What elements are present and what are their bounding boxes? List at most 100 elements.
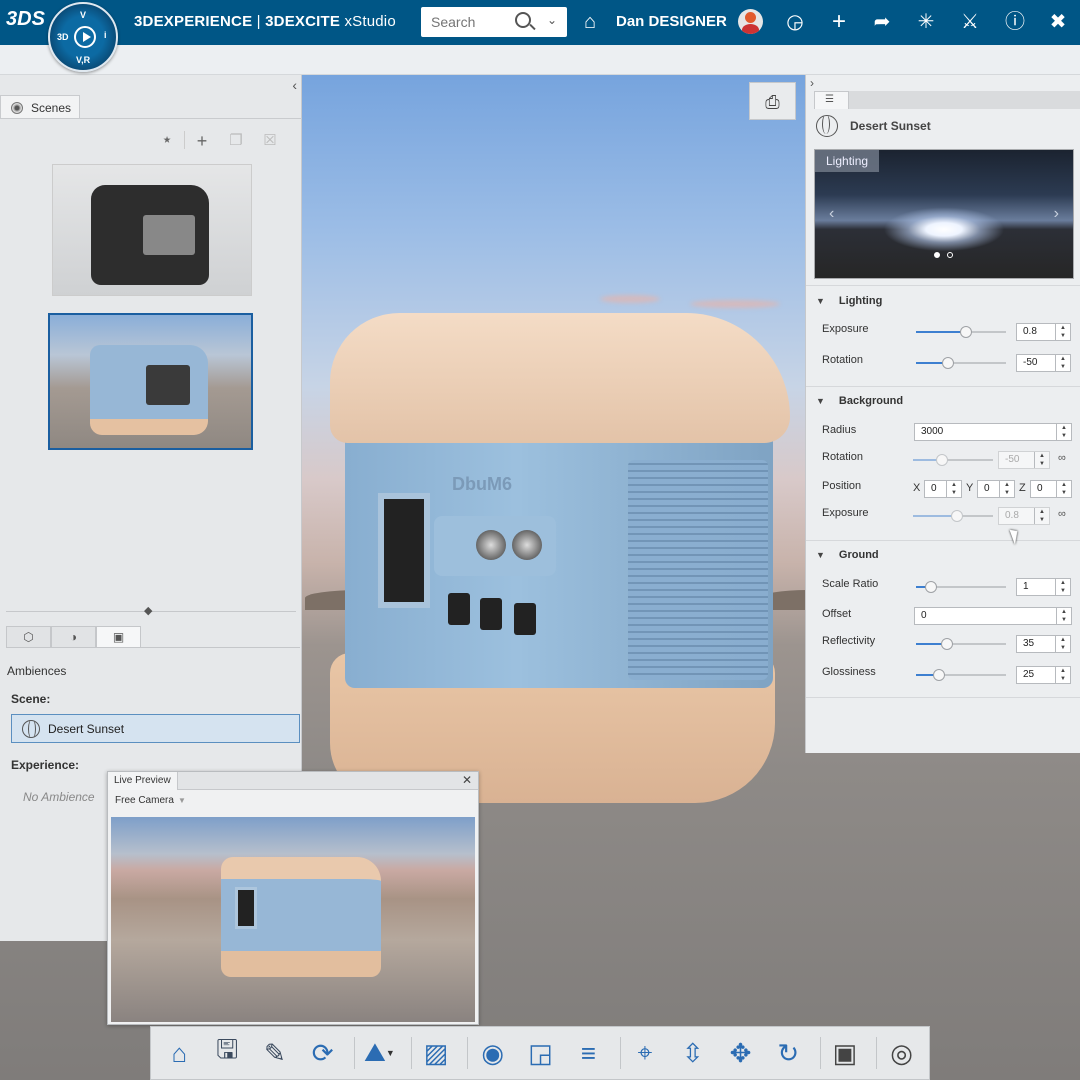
compass-top[interactable]: V — [80, 10, 86, 20]
position-x-field[interactable]: 0 — [924, 480, 962, 498]
home-icon[interactable]: ⌂ — [159, 1033, 200, 1073]
scene-thumbnail[interactable] — [52, 164, 252, 296]
zoom-fit-icon[interactable]: ⇳ — [672, 1033, 713, 1073]
tab-models[interactable]: ⬡ — [6, 626, 51, 648]
section-lighting-header[interactable]: ▼ Lighting — [816, 295, 882, 307]
background-exposure-slider[interactable] — [913, 510, 993, 522]
dassault-logo[interactable]: 3DS — [6, 8, 45, 31]
carousel-prev-icon[interactable]: ‹ — [829, 205, 834, 223]
tab-properties[interactable]: ☰ — [814, 91, 849, 109]
spinner-icon[interactable] — [1055, 324, 1070, 340]
tab-scenes[interactable]: Scenes — [0, 95, 80, 119]
slider-knob[interactable] — [936, 454, 948, 466]
background-exposure-field[interactable]: 0.8 — [998, 507, 1050, 525]
ground-reflectivity-field[interactable]: 35 — [1016, 635, 1071, 653]
live-preview-window[interactable]: Live Preview ✕ Free Camera ▼ — [107, 771, 479, 1025]
compass-right[interactable]: i — [104, 30, 107, 40]
section-background-header[interactable]: ▼ Background — [816, 395, 903, 407]
background-radius-field[interactable]: 3000 — [914, 423, 1072, 441]
ground-offset-field[interactable]: 0 — [914, 607, 1072, 625]
live-preview-header[interactable]: Live Preview ✕ — [108, 772, 478, 790]
slider-knob[interactable] — [951, 510, 963, 522]
spinner-icon[interactable] — [1056, 481, 1071, 497]
spinner-icon[interactable] — [1056, 424, 1071, 440]
lighting-rotation-slider[interactable] — [916, 357, 1006, 369]
spinner-icon[interactable] — [1034, 452, 1049, 468]
share-icon[interactable]: ➦ — [869, 10, 895, 34]
render-icon[interactable]: ◉ — [472, 1033, 513, 1073]
section-ground-header[interactable]: ▼ Ground — [816, 549, 879, 561]
camera-icon[interactable]: ▣ — [825, 1033, 866, 1073]
spinner-icon[interactable] — [1056, 608, 1071, 624]
slider-knob[interactable] — [925, 581, 937, 593]
chevron-down-icon[interactable]: ⌄ — [547, 13, 557, 27]
visibility-icon[interactable]: ◎ — [881, 1033, 922, 1073]
chat-icon[interactable]: ◶ — [782, 10, 808, 34]
close-icon[interactable]: ✕ — [462, 773, 472, 787]
add-icon[interactable]: + — [826, 10, 852, 34]
scene-ambience-item[interactable]: Desert Sunset — [11, 714, 300, 743]
hierarchy-icon[interactable]: ⭑ — [150, 131, 184, 152]
spinner-icon[interactable] — [1034, 508, 1049, 524]
annotate-icon[interactable]: ✎ — [255, 1033, 296, 1073]
search-icon[interactable] — [515, 12, 531, 28]
carousel-next-icon[interactable]: › — [1054, 205, 1059, 223]
lighting-rotation-field[interactable]: -50 — [1016, 354, 1071, 372]
camera-select[interactable]: Free Camera — [115, 795, 174, 806]
collapse-triangle-icon[interactable]: ▼ — [816, 550, 825, 560]
spinner-icon[interactable] — [1055, 667, 1070, 683]
position-z-field[interactable]: 0 — [1030, 480, 1072, 498]
search-box[interactable]: ⌄ — [421, 7, 567, 37]
ground-scale-field[interactable]: 1 — [1016, 578, 1071, 596]
chevron-left-icon[interactable]: ‹ — [292, 77, 297, 93]
help-icon[interactable]: ⓘ — [1002, 10, 1028, 34]
network-icon[interactable]: ✳ — [913, 10, 939, 34]
slider-knob[interactable] — [960, 326, 972, 338]
collapse-triangle-icon[interactable]: ▼ — [816, 396, 825, 406]
ground-scale-slider[interactable] — [916, 581, 1006, 593]
tab-materials[interactable]: ◑ — [51, 626, 96, 648]
splitter-handle-icon[interactable]: ◆ — [144, 604, 152, 617]
avatar[interactable] — [738, 9, 763, 34]
background-icon[interactable]: ▨ — [416, 1033, 457, 1073]
compass-bottom[interactable]: V,R — [76, 55, 90, 65]
add-scene-button[interactable]: + — [185, 131, 219, 152]
link-icon[interactable]: ∞ — [1058, 452, 1066, 464]
background-rotation-slider[interactable] — [913, 454, 993, 466]
pan-icon[interactable]: ✥ — [720, 1033, 761, 1073]
carousel-dot[interactable] — [934, 252, 940, 258]
background-rotation-field[interactable]: -50 — [998, 451, 1050, 469]
product-render[interactable]: DbuM6 — [330, 268, 790, 828]
snapshot-icon[interactable]: ◲ — [520, 1033, 561, 1073]
rotate-icon[interactable]: ↻ — [768, 1033, 809, 1073]
delete-scene-icon[interactable]: ☒ — [253, 131, 287, 152]
camera-view-button[interactable]: ⎙ — [749, 82, 796, 120]
chevron-down-icon[interactable]: ▼ — [178, 796, 186, 805]
play-icon[interactable] — [74, 26, 96, 48]
spinner-icon[interactable] — [1055, 355, 1070, 371]
search-input[interactable] — [431, 14, 511, 30]
chevron-right-icon[interactable]: › — [810, 76, 814, 90]
layers-icon[interactable]: ≡ — [568, 1033, 609, 1073]
ground-glossiness-slider[interactable] — [916, 669, 1006, 681]
compass-left[interactable]: 3D — [57, 32, 69, 42]
ground-glossiness-field[interactable]: 25 — [1016, 666, 1071, 684]
live-preview-render[interactable] — [111, 817, 475, 1022]
lighting-exposure-slider[interactable] — [916, 326, 1006, 338]
spinner-icon[interactable] — [946, 481, 961, 497]
collapse-triangle-icon[interactable]: ▼ — [816, 296, 825, 306]
ground-reflectivity-slider[interactable] — [916, 638, 1006, 650]
user-name[interactable]: Dan DESIGNER — [616, 13, 727, 30]
zoom-icon[interactable]: ⌖ — [625, 1033, 666, 1073]
ambience-icon[interactable]: ⛰ ▼ — [359, 1033, 400, 1073]
scene-thumbnail-selected[interactable] — [48, 313, 253, 450]
carousel-dot[interactable] — [947, 252, 953, 258]
collaboration-icon[interactable]: ⚔ — [957, 10, 983, 34]
spinner-icon[interactable] — [999, 481, 1014, 497]
duplicate-scene-icon[interactable]: ❐ — [219, 131, 253, 152]
slider-knob[interactable] — [933, 669, 945, 681]
collapse-icon[interactable]: ✖ — [1045, 10, 1071, 34]
position-y-field[interactable]: 0 — [977, 480, 1015, 498]
compass-icon[interactable]: V 3D i V,R — [48, 2, 118, 72]
tag-icon[interactable]: ⌂ — [577, 10, 603, 34]
